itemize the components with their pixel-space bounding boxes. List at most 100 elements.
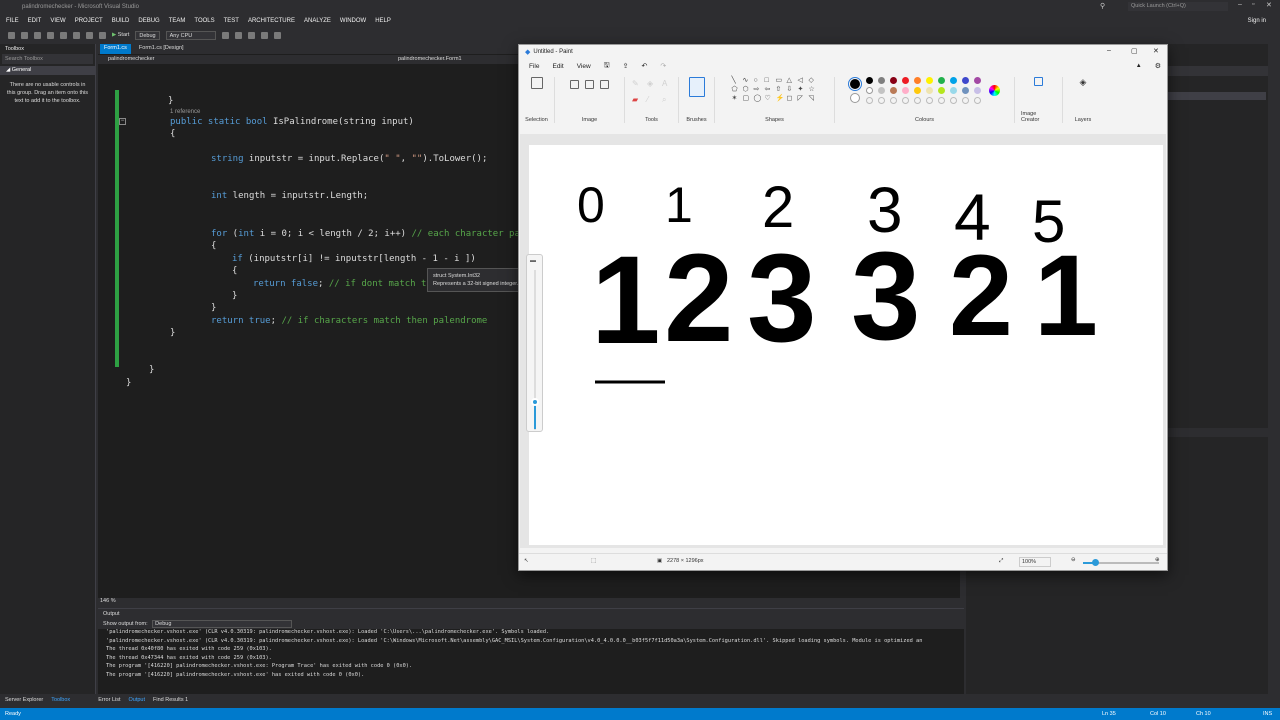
- colour-swatch[interactable]: [973, 77, 981, 84]
- zoom-select[interactable]: 100%: [1019, 557, 1051, 567]
- toolbox-group-general[interactable]: ◢ General: [0, 66, 95, 75]
- sign-in-link[interactable]: Sign in: [1248, 18, 1266, 24]
- colour-swatch[interactable]: [949, 87, 957, 94]
- colour-swatch[interactable]: [925, 87, 933, 94]
- custom-colour-slot[interactable]: [913, 97, 921, 104]
- crop-icon[interactable]: [570, 80, 579, 89]
- paint-close-button[interactable]: ✕: [1153, 47, 1159, 55]
- menu-build[interactable]: BUILD: [112, 18, 130, 24]
- editor-zoom-select[interactable]: 146 %: [100, 598, 116, 604]
- start-button[interactable]: ▶ Start: [112, 32, 129, 38]
- custom-colour-slot[interactable]: [961, 97, 969, 104]
- colour-swatch[interactable]: [913, 87, 921, 94]
- grip-icon[interactable]: ▬: [530, 258, 536, 264]
- custom-colour-slot[interactable]: [877, 97, 885, 104]
- colour-swatch[interactable]: [865, 87, 873, 94]
- selection-icon[interactable]: [530, 77, 543, 89]
- ribbon-brushes[interactable]: Brushes: [679, 77, 715, 123]
- undo-icon[interactable]: ↶: [642, 62, 648, 70]
- filter-icon[interactable]: ⚲: [1100, 2, 1105, 10]
- notifications-strip[interactable]: [1268, 44, 1280, 694]
- zoom-slider[interactable]: [1083, 559, 1159, 566]
- tab-server-explorer[interactable]: Server Explorer: [5, 697, 43, 703]
- new-project-icon[interactable]: [34, 31, 41, 39]
- zoom-slider-thumb[interactable]: [1092, 559, 1099, 566]
- redo-icon[interactable]: [99, 31, 106, 39]
- custom-colour-slot[interactable]: [949, 97, 957, 104]
- collapse-icon[interactable]: −: [119, 118, 126, 125]
- colour-swatch[interactable]: [889, 77, 897, 84]
- open-icon[interactable]: [47, 31, 54, 39]
- menu-help[interactable]: HELP: [375, 18, 391, 24]
- tab-form1-design[interactable]: Form1.cs [Design]: [135, 44, 188, 54]
- save-all-icon[interactable]: [73, 31, 80, 39]
- tab-form1-cs[interactable]: Form1.cs: [100, 44, 131, 54]
- text-icon[interactable]: A: [662, 79, 671, 88]
- custom-colour-slot[interactable]: [865, 97, 873, 104]
- save-icon[interactable]: [60, 31, 67, 39]
- toolbar-icon-b[interactable]: [234, 31, 242, 39]
- ribbon-layers[interactable]: ◈ Layers: [1063, 77, 1103, 123]
- eraser-icon[interactable]: ▰: [632, 95, 641, 105]
- menu-analyze[interactable]: ANALYZE: [304, 18, 331, 24]
- settings-icon[interactable]: ⚙: [1155, 62, 1161, 70]
- nav-class-select[interactable]: palindromechecker.Form1: [398, 56, 462, 62]
- colour-swatch[interactable]: [901, 87, 909, 94]
- image-select-icon[interactable]: [600, 80, 609, 89]
- toolbar-icon-e[interactable]: [273, 31, 281, 39]
- paint-menu-edit[interactable]: Edit: [552, 63, 563, 70]
- ribbon-selection[interactable]: Selection: [519, 77, 555, 123]
- menu-project[interactable]: PROJECT: [75, 18, 103, 24]
- toolbar-icon-a[interactable]: [221, 31, 229, 39]
- paint-canvas[interactable]: 0 1 2 3 4 5 1 2 3 3 2 1: [529, 145, 1163, 545]
- colour-swatch[interactable]: [937, 87, 945, 94]
- undo-icon[interactable]: [86, 31, 93, 39]
- maximize-button[interactable]: ▫: [1252, 1, 1254, 8]
- pencil-icon[interactable]: ✎: [632, 79, 641, 88]
- menu-view[interactable]: VIEW: [50, 18, 65, 24]
- menu-debug[interactable]: DEBUG: [138, 18, 159, 24]
- menu-edit[interactable]: EDIT: [28, 18, 42, 24]
- menu-file[interactable]: FILE: [6, 18, 19, 24]
- colour-swatch[interactable]: [901, 77, 909, 84]
- menu-team[interactable]: TEAM: [169, 18, 186, 24]
- colour-swatch[interactable]: [937, 77, 945, 84]
- minimize-button[interactable]: –: [1238, 1, 1242, 8]
- colour-swatch[interactable]: [877, 77, 885, 84]
- custom-colour-slot[interactable]: [973, 97, 981, 104]
- resize-icon[interactable]: [585, 80, 594, 89]
- colour-swatch[interactable]: [889, 87, 897, 94]
- close-button[interactable]: ✕: [1266, 1, 1272, 9]
- tab-output[interactable]: Output: [129, 697, 146, 703]
- slider-thumb[interactable]: [531, 398, 539, 406]
- paint-menu-view[interactable]: View: [577, 63, 591, 70]
- output-source-select[interactable]: Debug: [152, 620, 293, 628]
- menu-test[interactable]: TEST: [224, 18, 239, 24]
- colour-swatch[interactable]: [961, 77, 969, 84]
- brush-size-slider[interactable]: ▬: [526, 254, 543, 432]
- save-icon[interactable]: 🖫: [604, 61, 610, 72]
- back-icon[interactable]: [8, 31, 15, 39]
- toolbar-icon-c[interactable]: [247, 31, 255, 39]
- fill-icon[interactable]: ◈: [647, 79, 656, 88]
- colour-swatch[interactable]: [973, 87, 981, 94]
- menu-architecture[interactable]: ARCHITECTURE: [248, 18, 295, 24]
- custom-colour-slot[interactable]: [901, 97, 909, 104]
- secondary-colour-swatch[interactable]: [849, 92, 860, 103]
- toolbar-icon-d[interactable]: [260, 31, 268, 39]
- account-icon[interactable]: ▲: [1136, 63, 1142, 69]
- colour-swatch[interactable]: [913, 77, 921, 84]
- tab-error-list[interactable]: Error List: [98, 697, 120, 703]
- panel-row[interactable]: [1166, 92, 1266, 100]
- primary-colour-swatch[interactable]: [847, 76, 862, 91]
- fit-icon[interactable]: ⤢: [999, 558, 1003, 565]
- paint-minimize-button[interactable]: –: [1107, 47, 1111, 54]
- quick-launch-input[interactable]: Quick Launch (Ctrl+Q): [1128, 2, 1228, 11]
- toolbox-search-input[interactable]: Search Toolbox: [2, 54, 93, 64]
- colour-swatch[interactable]: [877, 87, 885, 94]
- zoom-in-icon[interactable]: ⊕: [1155, 557, 1160, 563]
- menu-window[interactable]: WINDOW: [340, 18, 366, 24]
- magnifier-icon[interactable]: ⌕: [662, 95, 671, 105]
- tab-find-results[interactable]: Find Results 1: [153, 697, 188, 703]
- custom-colour-slot[interactable]: [889, 97, 897, 104]
